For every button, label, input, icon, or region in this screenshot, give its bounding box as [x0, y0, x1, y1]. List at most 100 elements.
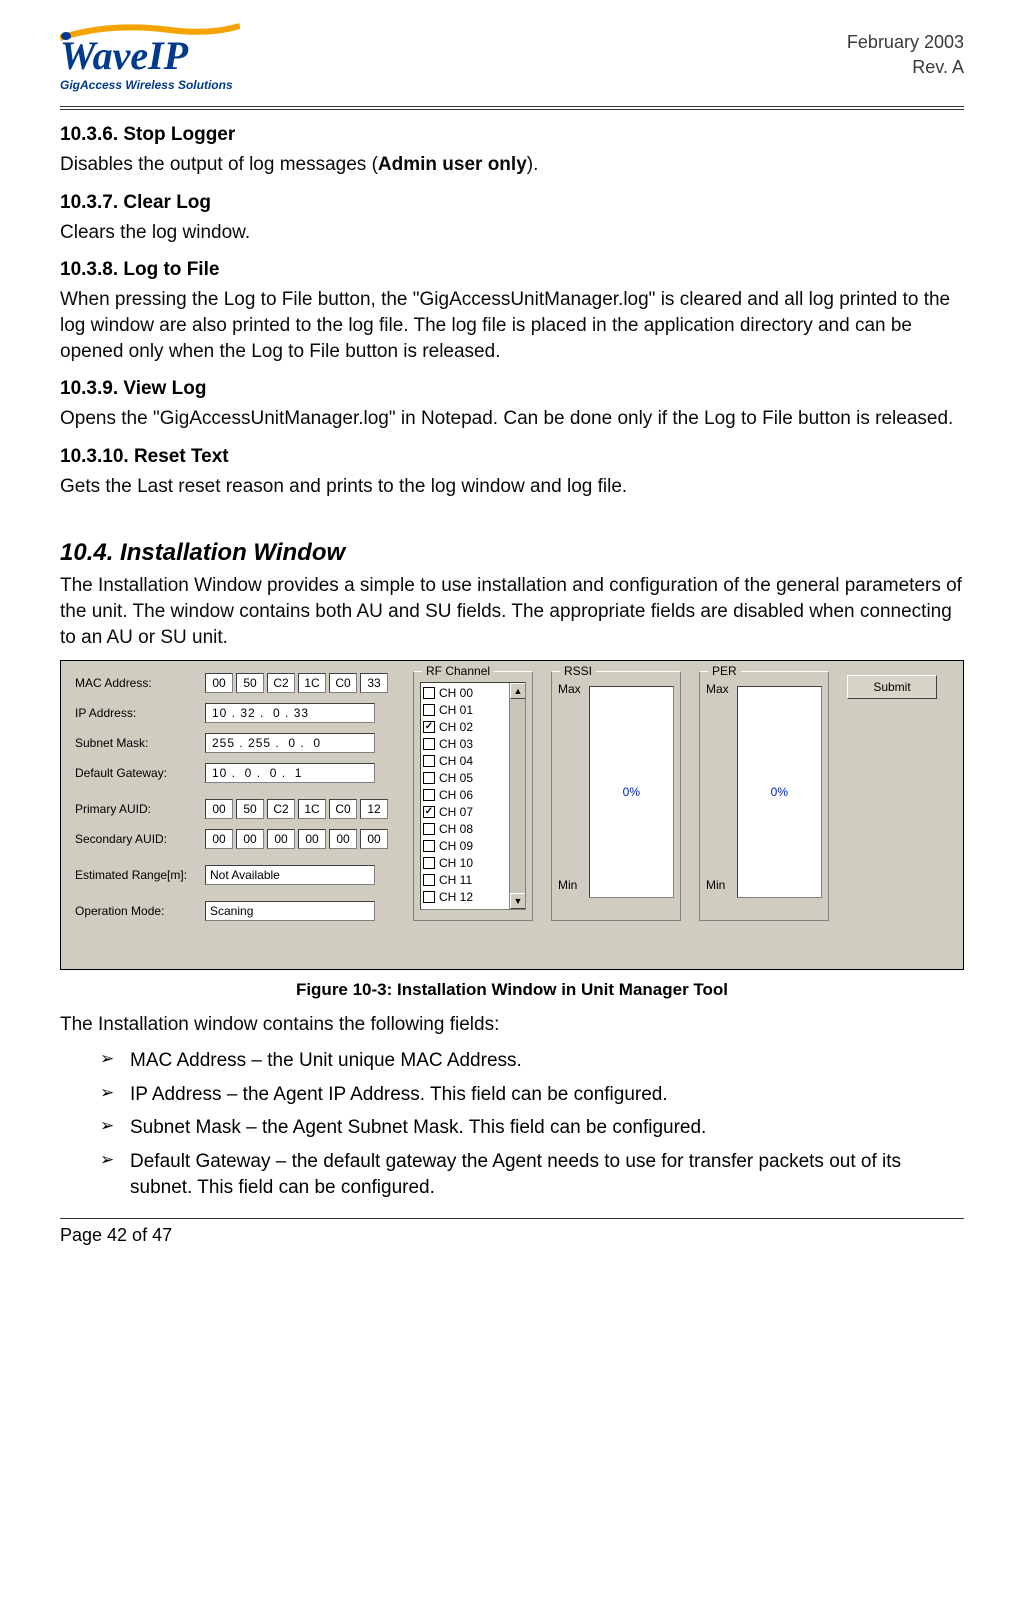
bullet-text: Subnet Mask – the Agent Subnet Mask. Thi…: [130, 1115, 706, 1141]
rf-channel-label: CH 03: [439, 737, 473, 751]
bullet-glyph-icon: ➢: [100, 1082, 118, 1108]
secondary-auid-octet-3[interactable]: [298, 829, 326, 849]
secondary-auid-group: [205, 829, 388, 849]
rf-channel-label: CH 12: [439, 890, 473, 904]
rf-channel-item[interactable]: CH 04: [423, 752, 507, 769]
rf-channel-label: CH 11: [439, 873, 472, 887]
fields-intro: The Installation window contains the fol…: [60, 1012, 964, 1038]
checkbox-icon[interactable]: [423, 891, 435, 903]
checkbox-icon[interactable]: [423, 874, 435, 886]
section-title-view-log: 10.3.9. View Log: [60, 378, 964, 400]
rf-channel-item[interactable]: CH 08: [423, 820, 507, 837]
checkbox-icon[interactable]: [423, 772, 435, 784]
primary-auid-octet-4[interactable]: [329, 799, 357, 819]
section-body-reset-text: Gets the Last reset reason and prints to…: [60, 474, 964, 500]
checkbox-icon[interactable]: [423, 823, 435, 835]
rf-channel-label: CH 05: [439, 771, 473, 785]
checkbox-icon[interactable]: [423, 738, 435, 750]
label-ip: IP Address:: [75, 706, 205, 720]
section-body-view-log: Opens the "GigAccessUnitManager.log" in …: [60, 406, 964, 432]
rf-channel-item[interactable]: CH 06: [423, 786, 507, 803]
header-rule: [60, 106, 964, 110]
primary-auid-group: [205, 799, 388, 819]
primary-auid-octet-5[interactable]: [360, 799, 388, 819]
primary-auid-octet-0[interactable]: [205, 799, 233, 819]
secondary-auid-octet-2[interactable]: [267, 829, 295, 849]
checkbox-icon[interactable]: [423, 840, 435, 852]
rf-channel-item[interactable]: CH 03: [423, 735, 507, 752]
logo-subtitle: GigAccess Wireless Solutions: [60, 78, 240, 92]
rf-channel-item[interactable]: CH 12: [423, 888, 507, 905]
rssi-group: Max Min 0%: [551, 671, 681, 921]
range-input[interactable]: [205, 865, 375, 885]
primary-auid-octet-1[interactable]: [236, 799, 264, 819]
gateway-input[interactable]: [205, 763, 375, 783]
rf-channel-group: CH 00 CH 01✓CH 02 CH 03 CH 04 CH 05CH 06 ✓ CH …: [413, 671, 533, 921]
rf-channel-label: CH 08: [439, 822, 473, 836]
scroll-up-icon[interactable]: ▲: [510, 683, 526, 699]
rf-channel-item[interactable]: CH 01: [423, 701, 507, 718]
primary-auid-octet-2[interactable]: [267, 799, 295, 819]
rf-channel-label: CH 04: [439, 754, 473, 768]
figure-caption: Figure 10-3: Installation Window in Unit…: [60, 980, 964, 1000]
rssi-min-label: Min: [558, 878, 581, 892]
checkbox-icon[interactable]: ✓: [423, 806, 435, 818]
rf-channel-item[interactable]: ✓ CH 07: [423, 803, 507, 820]
rf-channel-item[interactable]: CH 11: [423, 871, 507, 888]
bullet-item: ➢Subnet Mask – the Agent Subnet Mask. Th…: [100, 1115, 964, 1141]
section-body-log-to-file: When pressing the Log to File button, th…: [60, 287, 964, 364]
mac-octet-2[interactable]: [267, 673, 295, 693]
checkbox-icon[interactable]: [423, 789, 435, 801]
page-footer: Page 42 of 47: [60, 1225, 964, 1246]
bullet-item: ➢ IP Address – the Agent IP Address. This…: [100, 1082, 964, 1108]
label-mac: MAC Address:: [75, 676, 205, 690]
installation-window-figure: MAC Address: IP Address: Subnet Mask: De…: [60, 660, 964, 970]
rssi-value: 0%: [623, 785, 640, 799]
secondary-auid-octet-1[interactable]: [236, 829, 264, 849]
subnet-input[interactable]: [205, 733, 375, 753]
mode-input[interactable]: [205, 901, 375, 921]
rf-channel-list[interactable]: CH 00 CH 01✓CH 02 CH 03 CH 04 CH 05CH 06 ✓ CH …: [420, 682, 526, 910]
rf-channel-label: CH 10: [439, 856, 473, 870]
ip-input[interactable]: [205, 703, 375, 723]
primary-auid-octet-3[interactable]: [298, 799, 326, 819]
rf-channel-item[interactable]: CH 00: [423, 684, 507, 701]
footer-rule: [60, 1218, 964, 1219]
mac-octet-4[interactable]: [329, 673, 357, 693]
bullet-text: MAC Address – the Unit unique MAC Addres…: [130, 1048, 522, 1074]
header-rev: Rev. A: [847, 55, 964, 80]
rf-channel-label: CH 01: [439, 703, 473, 717]
mac-octet-0[interactable]: [205, 673, 233, 693]
rf-channel-item[interactable]: CH 05: [423, 769, 507, 786]
checkbox-icon[interactable]: [423, 687, 435, 699]
section-title-stop-logger: 10.3.6. Stop Logger: [60, 124, 964, 146]
mac-octet-1[interactable]: [236, 673, 264, 693]
checkbox-icon[interactable]: [423, 857, 435, 869]
bullet-item: ➢Default Gateway – the default gateway t…: [100, 1149, 964, 1200]
rf-channel-item[interactable]: CH 09: [423, 837, 507, 854]
rssi-max-label: Max: [558, 682, 581, 696]
rf-channel-item[interactable]: ✓CH 02: [423, 718, 507, 735]
label-secondary-auid: Secondary AUID:: [75, 832, 205, 846]
major-section-title: 10.4. Installation Window: [60, 539, 964, 567]
secondary-auid-octet-0[interactable]: [205, 829, 233, 849]
secondary-auid-octet-5[interactable]: [360, 829, 388, 849]
mac-input-group: [205, 673, 388, 693]
mac-octet-5[interactable]: [360, 673, 388, 693]
per-min-label: Min: [706, 878, 729, 892]
checkbox-icon[interactable]: [423, 755, 435, 767]
rf-channel-label: CH 09: [439, 839, 473, 853]
checkbox-icon[interactable]: [423, 704, 435, 716]
bullet-item: ➢MAC Address – the Unit unique MAC Addre…: [100, 1048, 964, 1074]
scroll-down-icon[interactable]: ▼: [510, 893, 526, 909]
mac-octet-3[interactable]: [298, 673, 326, 693]
section-body-stop-logger: Disables the output of log messages (Adm…: [60, 152, 964, 178]
rf-channel-item[interactable]: CH 10: [423, 854, 507, 871]
label-primary-auid: Primary AUID:: [75, 802, 205, 816]
secondary-auid-octet-4[interactable]: [329, 829, 357, 849]
bullet-text: IP Address – the Agent IP Address. This …: [130, 1082, 668, 1108]
submit-button[interactable]: Submit: [847, 675, 937, 699]
rf-channel-label: CH 07: [439, 805, 473, 819]
rf-scrollbar[interactable]: ▲ ▼: [509, 683, 525, 909]
checkbox-icon[interactable]: ✓: [423, 721, 435, 733]
